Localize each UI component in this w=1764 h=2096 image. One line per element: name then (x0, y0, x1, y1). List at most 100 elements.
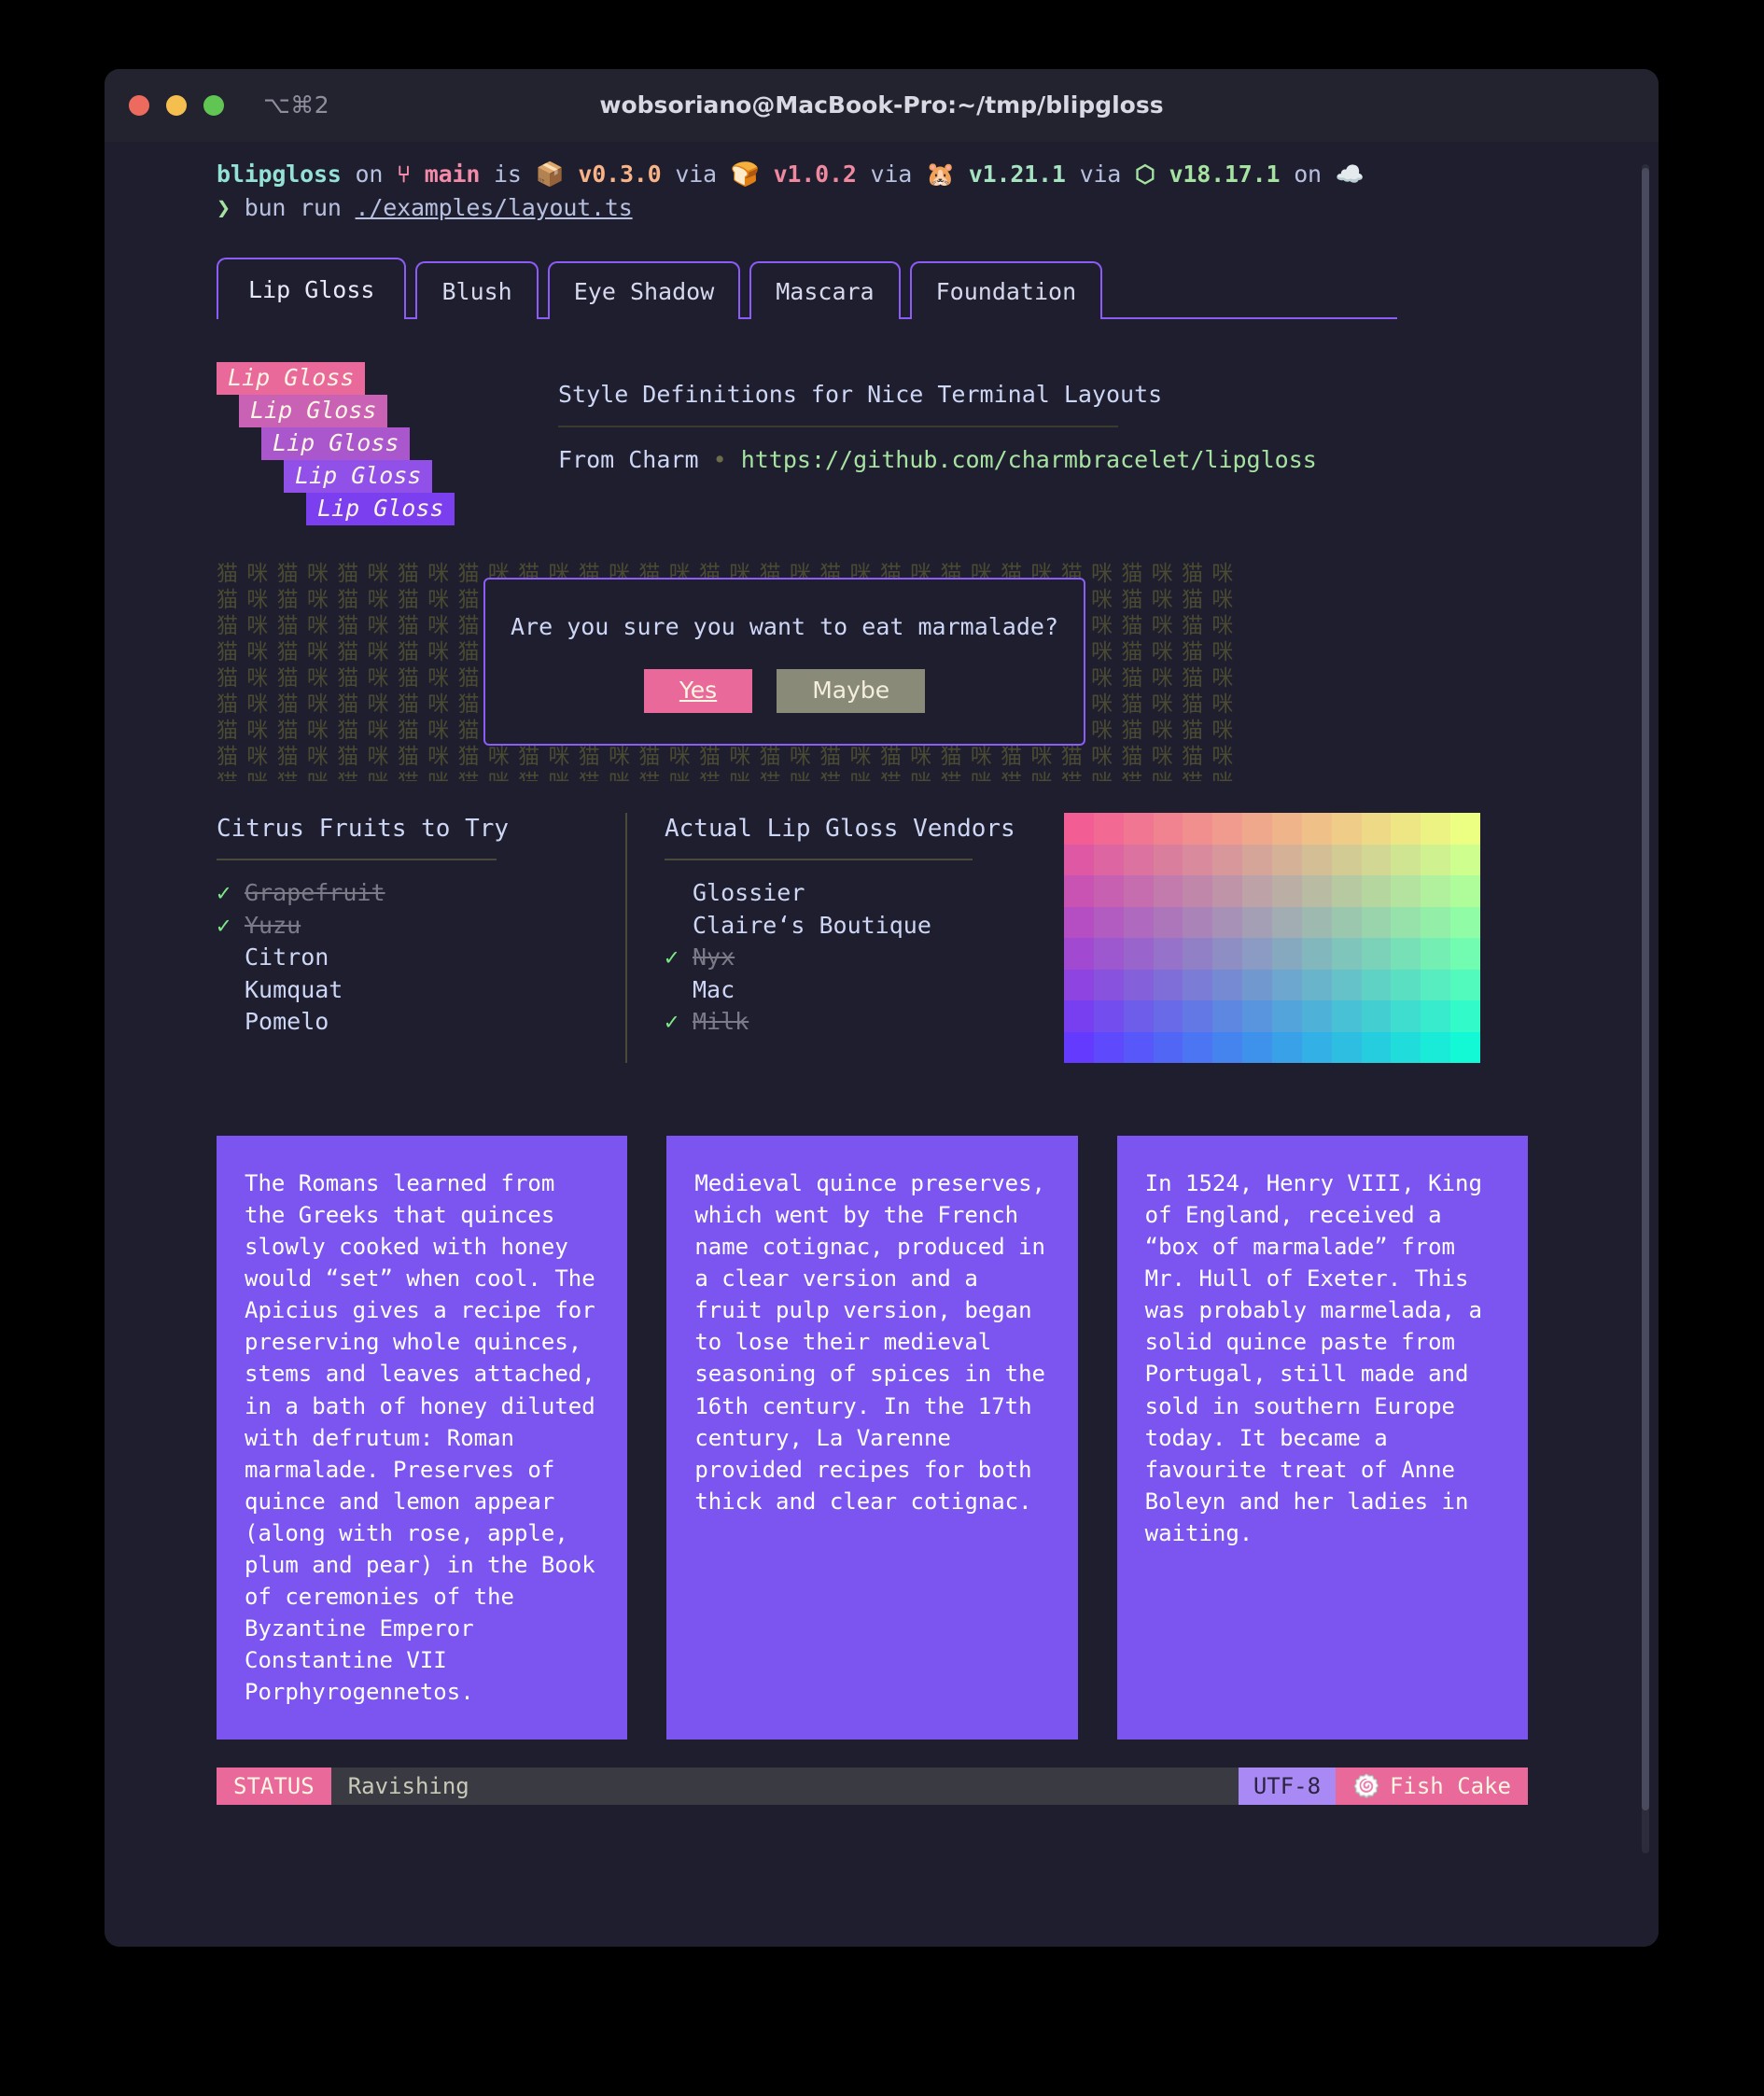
color-grid-cell (1331, 813, 1362, 845)
from-charm-label: From Charm (558, 446, 699, 473)
confirm-dialog[interactable]: Are you sure you want to eat marmalade? … (483, 578, 1085, 746)
color-grid-cell (1242, 1000, 1272, 1032)
color-grid-cell (1450, 875, 1480, 907)
color-grid-cell (1450, 969, 1480, 1000)
list-item[interactable]: ✓ Grapefruit (217, 877, 618, 910)
check-placeholder (665, 910, 693, 943)
lipgloss-url[interactable]: https://github.com/charmbracelet/lipglos… (741, 446, 1317, 473)
tab-foundation[interactable]: Foundation (909, 261, 1103, 319)
description-block: Style Definitions for Nice Terminal Layo… (525, 362, 1528, 525)
list-item-label: Milk (693, 1008, 749, 1036)
color-grid-cell (1064, 938, 1094, 970)
package-icon: 📦 (535, 161, 565, 188)
check-icon: ✓ (665, 943, 679, 971)
color-grid-cell (1331, 906, 1362, 938)
status-fish-cake: 🍥 Fish Cake (1336, 1768, 1528, 1806)
cat-glyph-row: 猫 咪 猫 咪 猫 咪 猫 咪 猫 咪 猫 咪 猫 咪 猫 咪 猫 咪 猫 咪 … (217, 770, 1528, 781)
color-grid-cell (1183, 1000, 1213, 1032)
tab-label: Eye Shadow (573, 278, 715, 305)
color-grid-cell (1153, 813, 1183, 845)
cat-glyph-row: 猫 咪 猫 咪 猫 咪 猫 咪 猫 咪 猫 咪 猫 咪 猫 咪 猫 咪 猫 咪 … (217, 745, 1235, 770)
list-item-label: Nyx (693, 943, 735, 971)
color-grid-cell (1242, 938, 1272, 970)
terminal-body[interactable]: blipgloss on ⑂ main is 📦 v0.3.0 via 🍞 v1… (105, 142, 1659, 1947)
color-grid-cell (1421, 844, 1451, 875)
active-tab-gap (218, 317, 404, 319)
history-card: The Romans learned from the Greeks that … (217, 1136, 628, 1740)
yes-button[interactable]: Yes (643, 669, 753, 713)
color-grid-cell (1361, 875, 1392, 907)
color-grid-cell (1212, 844, 1243, 875)
list-item[interactable]: ✓ Yuzu (217, 910, 618, 943)
history-cards: The Romans learned from the Greeks that … (105, 1136, 1659, 1740)
color-grid-cell (1361, 844, 1392, 875)
prompt-is: is (494, 161, 522, 188)
list-title: Actual Lip Gloss Vendors (665, 815, 1015, 843)
node-icon: ⬡ (1135, 161, 1155, 188)
color-grid-cell (1272, 875, 1302, 907)
list-citrus-fruits: Citrus Fruits to Try ✓ Grapefruit ✓ Yuzu Cit… (217, 813, 618, 1063)
color-grid-cell (1064, 906, 1094, 938)
check-placeholder (665, 877, 693, 910)
tab-lip-gloss[interactable]: Lip Gloss (217, 258, 407, 319)
color-grid-cell (1212, 813, 1243, 845)
window-title: wobsoriano@MacBook-Pro:~/tmp/blipgloss (599, 91, 1164, 119)
tab-eye-shadow[interactable]: Eye Shadow (547, 261, 741, 319)
color-grid-cell (1331, 969, 1362, 1000)
prompt-repo: blipgloss (217, 161, 342, 188)
color-grid-cell (1361, 969, 1392, 1000)
color-grid-cell (1421, 1031, 1451, 1063)
list-vendors: Actual Lip Gloss Vendors Glossier Claire‘… (625, 813, 1027, 1063)
status-fish-label: Fish Cake (1389, 1773, 1511, 1800)
tab-blush[interactable]: Blush (415, 261, 539, 319)
color-grid-cell (1242, 1031, 1272, 1063)
window-titlebar: ⌥⌘2 wobsoriano@MacBook-Pro:~/tmp/blipglo… (105, 69, 1659, 142)
list-item[interactable]: Claire‘s Boutique (665, 910, 1027, 943)
list-divider (217, 859, 497, 861)
list-item[interactable]: ✓ Nyx (665, 942, 1027, 974)
gradient-title-row: Lip Gloss (217, 362, 525, 395)
gradient-title-row: Lip Gloss (217, 493, 525, 525)
color-grid-cell (1123, 813, 1154, 845)
list-item[interactable]: Mac (665, 974, 1027, 1007)
color-grid-cell (1123, 1031, 1154, 1063)
color-grid-cell (1212, 1000, 1243, 1032)
prompt-pkg-version: v0.3.0 (578, 161, 662, 188)
list-item[interactable]: Pomelo (217, 1006, 618, 1039)
prompt-via-1: via (675, 161, 717, 188)
color-grid-cell (1212, 938, 1243, 970)
dialog-button-row[interactable]: Yes Maybe (485, 669, 1084, 713)
color-grid-cell (1183, 906, 1213, 938)
color-grid-cell (1212, 969, 1243, 1000)
color-grid-cell (1242, 875, 1272, 907)
color-grid-cell (1093, 844, 1124, 875)
list-item-label: Kumquat (245, 975, 343, 1003)
list-item[interactable]: Glossier (665, 877, 1027, 910)
color-grid-cell (1361, 1031, 1392, 1063)
list-item[interactable]: Citron (217, 942, 618, 974)
color-grid-cell (1064, 969, 1094, 1000)
list-item[interactable]: ✓ Milk (665, 1006, 1027, 1039)
list-item-label: Yuzu (245, 911, 301, 939)
maybe-button[interactable]: Maybe (777, 669, 926, 713)
color-grid-cell (1450, 938, 1480, 970)
list-item[interactable]: Kumquat (217, 974, 618, 1007)
color-grid-cell (1153, 844, 1183, 875)
history-card: Medieval quince preserves, which went by… (666, 1136, 1078, 1740)
color-grid-cell (1123, 938, 1154, 970)
color-grid-cell (1093, 875, 1124, 907)
color-grid-cell (1331, 875, 1362, 907)
gradient-title-row: Lip Gloss (217, 427, 525, 460)
list-items[interactable]: Glossier Claire‘s Boutique ✓ Nyx Mac ✓ Milk (665, 877, 1027, 1039)
list-item-label: Claire‘s Boutique (693, 911, 931, 939)
fish-cake-icon: 🍥 (1352, 1773, 1380, 1800)
tab-bar[interactable]: Lip Gloss Blush Eye Shadow Mascara Foundatio… (217, 258, 1528, 319)
scrollbar-thumb[interactable] (1642, 168, 1649, 1810)
tab-label: Foundation (935, 278, 1077, 305)
color-grid-cell (1391, 1031, 1421, 1063)
list-divider (665, 859, 973, 861)
list-items[interactable]: ✓ Grapefruit ✓ Yuzu Citron Kumquat Pomelo (217, 877, 618, 1039)
tab-mascara[interactable]: Mascara (749, 261, 901, 319)
check-placeholder (217, 974, 245, 1007)
color-grid-cell (1450, 813, 1480, 845)
